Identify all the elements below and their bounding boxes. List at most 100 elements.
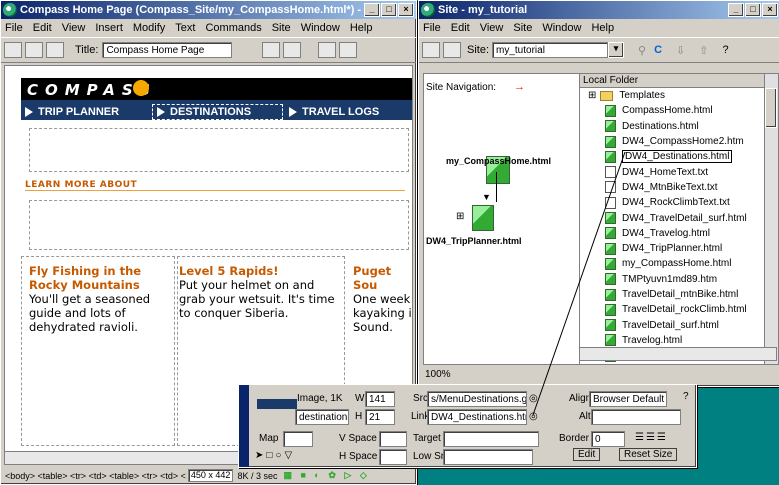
menu-view[interactable]: View — [62, 22, 86, 34]
launcher-icons[interactable]: ▦ ■ ◐ ✿ ▷ ◇ — [283, 470, 369, 481]
file-item[interactable]: TravelDetail_mtnBike.html — [588, 287, 778, 302]
help-icon[interactable]: ? — [683, 391, 689, 402]
menu-view[interactable]: View — [480, 22, 504, 34]
text-file-icon — [605, 181, 616, 194]
nav-travel-logs[interactable]: TRAVEL LOGS — [285, 104, 411, 120]
menu-file[interactable]: File — [5, 22, 23, 34]
file-item[interactable]: Travelog.html — [588, 333, 778, 348]
file-item[interactable]: TravelDetail_surf.html — [588, 317, 778, 332]
tag-selector[interactable]: <body> <table> <tr> <td> <table> <tr> <t… — [5, 471, 186, 481]
target-select[interactable] — [443, 431, 539, 447]
get-files-icon[interactable]: ⇩ — [676, 44, 685, 57]
home-page-name[interactable]: my_CompassHome.html — [446, 156, 551, 166]
menu-site[interactable]: Site — [513, 22, 532, 34]
hotspot-tools[interactable]: ➤□○▽ — [255, 450, 295, 461]
site-toolbar: Site: my_tutorial ▾ ⚲ C ⇩ ⇧ ? — [419, 37, 779, 63]
refresh-icon[interactable]: C — [654, 44, 662, 56]
connect-icon[interactable]: ⚲ — [638, 44, 646, 57]
close-button[interactable]: × — [762, 3, 778, 17]
horizontal-scrollbar[interactable] — [579, 347, 777, 361]
site-navigation-panel[interactable]: Site Navigation: → my_CompassHome.html ▼… — [423, 73, 580, 365]
point-to-file-icon[interactable]: ◎ — [529, 411, 538, 422]
file-item[interactable]: DW4_TripPlanner.html — [588, 241, 778, 256]
vertical-scrollbar[interactable] — [764, 74, 778, 364]
scroll-thumb[interactable] — [765, 88, 777, 128]
image-name-input[interactable]: destinations — [295, 409, 349, 425]
file-item[interactable]: TMPtyuvn1md89.htm — [588, 272, 778, 287]
site-select[interactable]: my_tutorial — [492, 42, 609, 58]
window-size-select[interactable]: 450 x 442 — [187, 469, 234, 482]
document-title: Compass Home Page (Compass_Site/my_Compa… — [20, 4, 363, 16]
menu-modify[interactable]: Modify — [133, 22, 165, 34]
file-item[interactable]: DW4_RockClimbText.txt — [588, 195, 778, 210]
file-item[interactable]: DW4_Travelog.html — [588, 226, 778, 241]
local-folder-panel[interactable]: Local Folder ⊞ Templates CompassHome.html D… — [579, 73, 779, 365]
code-view-icon[interactable] — [4, 42, 22, 58]
lowsrc-input[interactable] — [443, 449, 533, 465]
inspector-title-strip[interactable] — [239, 385, 249, 467]
menu-commands[interactable]: Commands — [205, 22, 261, 34]
document-title-bar[interactable]: Compass Home Page (Compass_Site/my_Compa… — [1, 1, 416, 19]
alt-input[interactable] — [591, 409, 681, 425]
hspace-input[interactable] — [379, 449, 407, 465]
site-map-icon[interactable] — [443, 42, 461, 58]
nav-trip-planner[interactable]: TRIP PLANNER — [21, 104, 149, 120]
align-select[interactable]: Browser Default — [589, 391, 667, 407]
menu-insert[interactable]: Insert — [95, 22, 123, 34]
file-item[interactable]: DW4_MtnBikeText.txt — [588, 180, 778, 195]
expand-icon[interactable]: ⊞ — [588, 90, 596, 101]
file-item[interactable]: ⊞ Templates — [588, 88, 778, 103]
refresh-icon[interactable] — [318, 42, 337, 58]
align-buttons[interactable]: ☰☰☰ — [635, 432, 668, 443]
file-item[interactable]: my_CompassHome.html — [588, 256, 778, 271]
src-input[interactable]: s/MenuDestinations.gif — [427, 391, 527, 407]
help-icon[interactable]: ? — [722, 44, 728, 56]
site-title-bar[interactable]: Site - my_tutorial _ □ × — [419, 1, 779, 19]
file-item[interactable]: DW4_HomeText.txt — [588, 164, 778, 179]
border-input[interactable]: 0 — [591, 431, 625, 447]
nav-destinations[interactable]: DESTINATIONS — [152, 104, 283, 120]
vspace-input[interactable] — [379, 431, 407, 447]
page-icon[interactable] — [472, 205, 494, 231]
code-navigation-icon[interactable] — [339, 42, 358, 58]
point-to-file-icon[interactable]: ◎ — [529, 393, 538, 404]
menu-site[interactable]: Site — [272, 22, 291, 34]
zoom-select[interactable]: 100% — [425, 369, 451, 380]
menu-window[interactable]: Window — [301, 22, 340, 34]
title-label: Title: — [75, 44, 99, 56]
put-files-icon[interactable]: ⇧ — [699, 44, 708, 57]
close-button[interactable]: × — [398, 3, 414, 17]
reset-size-button[interactable]: Reset Size — [619, 448, 678, 461]
menu-edit[interactable]: Edit — [451, 22, 470, 34]
minimize-button[interactable]: _ — [364, 3, 380, 17]
file-management-icon[interactable] — [262, 42, 281, 58]
preview-browser-icon[interactable] — [283, 42, 302, 58]
file-item[interactable]: DW4_Destinations.html — [588, 149, 778, 164]
split-view-icon[interactable] — [25, 42, 43, 58]
edit-button[interactable]: Edit — [573, 448, 601, 461]
maximize-button[interactable]: □ — [745, 3, 761, 17]
minimize-button[interactable]: _ — [728, 3, 744, 17]
link-input[interactable]: DW4_Destinations.html — [427, 409, 527, 425]
file-item[interactable]: TravelDetail_rockClimb.html — [588, 302, 778, 317]
site-files-icon[interactable] — [422, 42, 440, 58]
page-title-input[interactable]: Compass Home Page — [102, 42, 233, 58]
menu-window[interactable]: Window — [542, 22, 581, 34]
menu-file[interactable]: File — [423, 22, 441, 34]
child-page-name[interactable]: DW4_TripPlanner.html — [426, 236, 522, 246]
design-view-icon[interactable] — [46, 42, 64, 58]
menu-edit[interactable]: Edit — [33, 22, 52, 34]
file-item[interactable]: CompassHome.html — [588, 103, 778, 118]
file-item[interactable]: Destinations.html — [588, 119, 778, 134]
chevron-down-icon[interactable]: ▾ — [608, 42, 625, 58]
height-input[interactable]: 21 — [365, 409, 395, 425]
file-item[interactable]: DW4_TravelDetail_surf.html — [588, 210, 778, 225]
map-input[interactable] — [283, 431, 313, 447]
width-input[interactable]: 141 — [365, 391, 395, 407]
maximize-button[interactable]: □ — [381, 3, 397, 17]
file-item[interactable]: DW4_CompassHome2.htm — [588, 134, 778, 149]
menu-help[interactable]: Help — [350, 22, 373, 34]
menu-text[interactable]: Text — [175, 22, 195, 34]
menu-help[interactable]: Help — [591, 22, 614, 34]
expand-icon[interactable]: ⊞ — [456, 211, 464, 222]
